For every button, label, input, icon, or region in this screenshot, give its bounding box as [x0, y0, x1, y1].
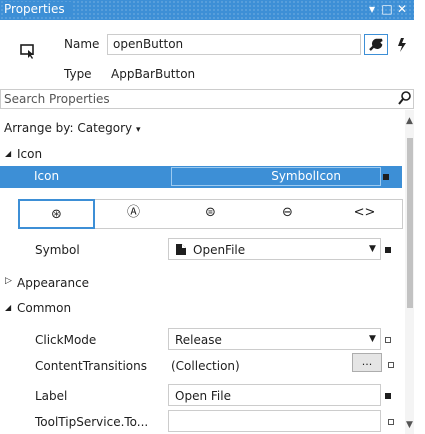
font-icon-tab[interactable]: Ⓐ — [95, 199, 172, 229]
scrollbar-thumb[interactable] — [407, 138, 413, 308]
symbol-value: OpenFile — [193, 243, 246, 257]
collection-editor-button[interactable]: ... — [352, 353, 382, 372]
symbol-icon: ⊛ — [51, 207, 62, 222]
clickmode-value: Release — [175, 333, 222, 347]
bitmap-icon: ⊜ — [205, 205, 216, 220]
symbol-marker[interactable] — [385, 247, 391, 253]
type-value: AppBarButton — [111, 67, 196, 81]
symbol-label: Symbol — [35, 243, 80, 257]
chevron-down-icon[interactable]: ▼ — [369, 334, 376, 344]
font-icon: Ⓐ — [126, 205, 140, 220]
search-placeholder: Search Properties — [4, 92, 110, 106]
icon-property-label: Icon — [34, 169, 60, 183]
maximize-icon[interactable]: □ — [381, 2, 393, 16]
code-icon-tab[interactable]: <> — [326, 199, 403, 229]
symbol-icon-tab[interactable]: ⊛ — [18, 199, 95, 229]
icon-property-marker[interactable] — [383, 174, 389, 180]
label-label: Label — [35, 389, 68, 403]
properties-view-button[interactable] — [364, 34, 388, 55]
events-view-button[interactable] — [395, 37, 409, 53]
wrench-icon — [369, 38, 383, 51]
path-icon: ⊖ — [282, 205, 293, 220]
code-icon: <> — [353, 205, 376, 220]
element-type-icon — [20, 43, 36, 59]
label-value: Open File — [175, 389, 231, 403]
search-icon[interactable] — [398, 90, 412, 106]
tooltipservice-field[interactable] — [168, 410, 381, 432]
close-icon[interactable]: ✕ — [396, 2, 408, 16]
expand-common-icon[interactable]: ◢ — [5, 303, 11, 312]
contenttransitions-value: (Collection) — [171, 359, 240, 373]
arrange-by-dropdown[interactable]: Arrange by: Category ▾ — [4, 121, 141, 135]
contenttransitions-marker[interactable] — [388, 362, 394, 368]
chevron-down-icon[interactable]: ▼ — [369, 244, 376, 254]
scroll-down-icon[interactable]: ▼ — [406, 420, 413, 430]
pin-dropdown-icon[interactable]: ▾ — [366, 2, 378, 16]
bitmap-icon-tab[interactable]: ⊜ — [172, 199, 249, 229]
expand-appearance-icon[interactable]: ▷ — [5, 276, 12, 286]
window-title: Properties — [4, 2, 71, 16]
contenttransitions-label: ContentTransitions — [35, 359, 148, 373]
chevron-down-icon: ▾ — [135, 125, 141, 135]
clickmode-marker[interactable] — [385, 337, 391, 343]
file-icon — [175, 243, 188, 256]
scroll-up-icon[interactable]: ▲ — [406, 116, 413, 126]
category-icon[interactable]: Icon — [17, 147, 42, 161]
lightning-icon — [398, 38, 406, 52]
category-common[interactable]: Common — [17, 301, 71, 315]
icon-property-value: SymbolIcon — [271, 169, 341, 183]
path-icon-tab[interactable]: ⊖ — [249, 199, 326, 229]
expand-icon-category-icon[interactable]: ◢ — [5, 149, 11, 158]
tooltipservice-label: ToolTipService.To... — [35, 415, 149, 429]
type-label: Type — [64, 67, 92, 81]
clickmode-label: ClickMode — [35, 333, 97, 347]
category-appearance[interactable]: Appearance — [17, 276, 89, 290]
tooltipservice-marker[interactable] — [388, 419, 394, 425]
arrange-by-label: Arrange by: Category — [4, 121, 133, 135]
name-label: Name — [64, 37, 100, 51]
label-marker[interactable] — [385, 393, 391, 399]
name-value: openButton — [113, 37, 184, 51]
